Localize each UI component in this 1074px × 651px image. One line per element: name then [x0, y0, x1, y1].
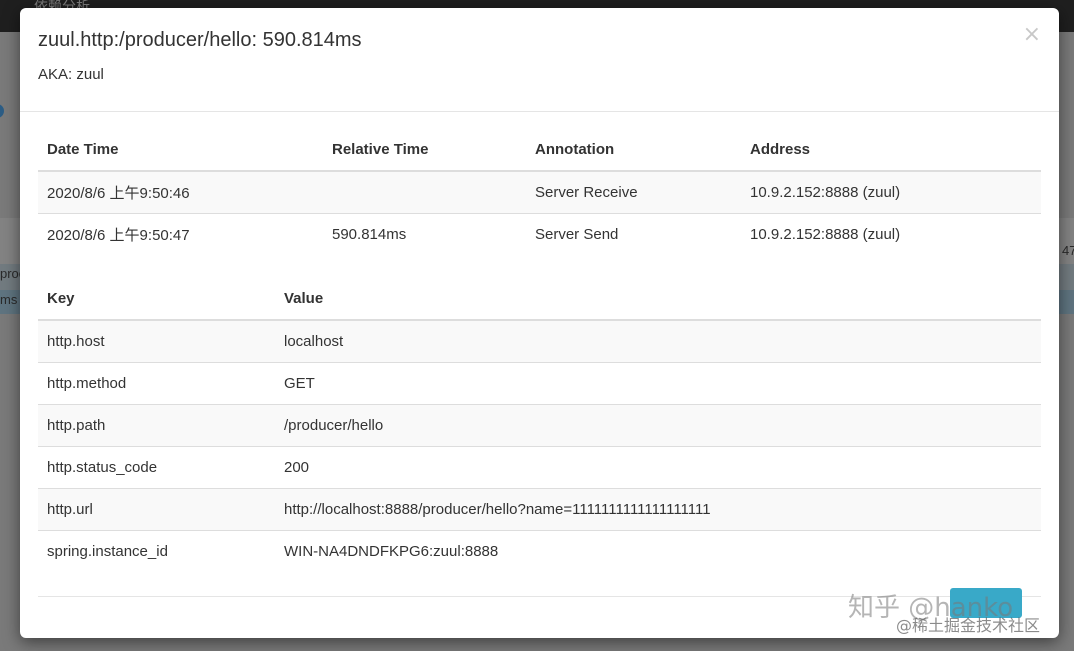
- cell-key: spring.instance_id: [38, 529, 275, 572]
- modal-header: zuul.http:/producer/hello: 590.814ms AKA…: [20, 8, 1059, 112]
- column-header-address: Address: [741, 129, 1041, 172]
- column-header-value: Value: [275, 278, 1041, 321]
- cell-address: 10.9.2.152:8888 (zuul): [741, 212, 1041, 255]
- background-text: 47: [1062, 243, 1074, 258]
- span-details-modal: zuul.http:/producer/hello: 590.814ms AKA…: [20, 8, 1059, 638]
- table-header-row: Key Value: [38, 278, 1041, 321]
- table-row: http.path /producer/hello: [38, 403, 1041, 446]
- column-header-key: Key: [38, 278, 275, 321]
- table-row: http.method GET: [38, 361, 1041, 404]
- close-icon[interactable]: ×: [1023, 24, 1041, 46]
- cell-value: WIN-NA4DNDFKPG6:zuul:8888: [275, 529, 1041, 572]
- cell-value: http://localhost:8888/producer/hello?nam…: [275, 487, 1041, 530]
- annotations-table: Date Time Relative Time Annotation Addre…: [38, 129, 1041, 255]
- cell-key: http.path: [38, 403, 275, 446]
- cell-address: 10.9.2.152:8888 (zuul): [741, 170, 1041, 213]
- table-header-row: Date Time Relative Time Annotation Addre…: [38, 129, 1041, 172]
- tags-table: Key Value http.host localhost http.metho…: [38, 278, 1041, 572]
- cell-relative-time: 590.814ms: [323, 212, 526, 255]
- cell-value: localhost: [275, 319, 1041, 362]
- table-row: 2020/8/6 上午9:50:46 Server Receive 10.9.2…: [38, 170, 1041, 213]
- table-row: http.host localhost: [38, 319, 1041, 362]
- cell-key: http.url: [38, 487, 275, 530]
- watermark-juejin: @稀土掘金技术社区: [896, 616, 1041, 635]
- cell-value: 200: [275, 445, 1041, 488]
- cell-annotation: Server Send: [526, 212, 741, 255]
- cell-key: http.status_code: [38, 445, 275, 488]
- modal-subtitle: AKA: zuul: [38, 66, 104, 83]
- cell-relative-time: [323, 170, 526, 213]
- cell-annotation: Server Receive: [526, 170, 741, 213]
- table-row: spring.instance_id WIN-NA4DNDFKPG6:zuul:…: [38, 529, 1041, 572]
- cell-key: http.host: [38, 319, 275, 362]
- modal-title: zuul.http:/producer/hello: 590.814ms: [38, 29, 362, 51]
- cell-value: GET: [275, 361, 1041, 404]
- background-text: ms: [0, 292, 18, 307]
- column-header-annotation: Annotation: [526, 129, 741, 172]
- table-row: 2020/8/6 上午9:50:47 590.814ms Server Send…: [38, 212, 1041, 255]
- table-row: http.url http://localhost:8888/producer/…: [38, 487, 1041, 530]
- table-row: http.status_code 200: [38, 445, 1041, 488]
- column-header-date-time: Date Time: [38, 129, 323, 172]
- cell-value: /producer/hello: [275, 403, 1041, 446]
- cell-date-time: 2020/8/6 上午9:50:47: [38, 212, 323, 255]
- cell-date-time: 2020/8/6 上午9:50:46: [38, 170, 323, 213]
- cell-key: http.method: [38, 361, 275, 404]
- column-header-relative-time: Relative Time: [323, 129, 526, 172]
